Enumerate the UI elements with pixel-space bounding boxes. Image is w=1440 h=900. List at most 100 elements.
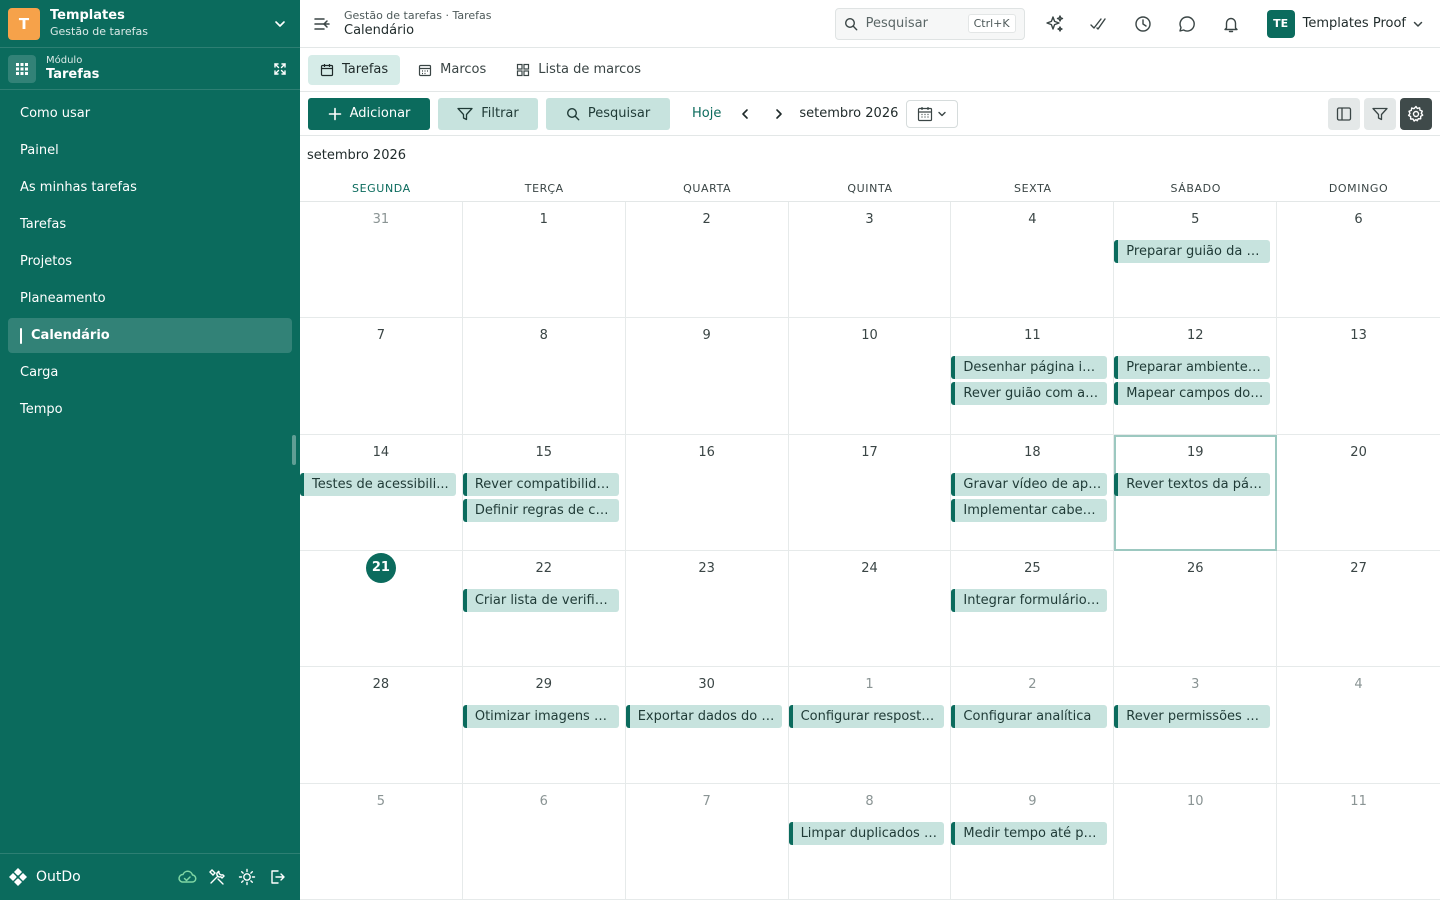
sidebar-item-painel[interactable]: Painel: [8, 133, 292, 168]
tab-tarefas[interactable]: Tarefas: [308, 54, 401, 85]
calendar-day-cell[interactable]: 23: [625, 551, 789, 668]
calendar-event[interactable]: Rever guião com a e...: [951, 382, 1108, 406]
calendar-day-cell[interactable]: 3 Rever permissões n...: [1114, 667, 1278, 784]
logout-icon[interactable]: [262, 862, 292, 892]
calendar-day-cell[interactable]: 31: [300, 202, 463, 319]
calendar-day-cell[interactable]: 9: [625, 318, 789, 435]
chat-icon[interactable]: [1165, 0, 1209, 48]
user-menu[interactable]: TE Templates Proof: [1266, 9, 1424, 38]
calendar-day-cell[interactable]: 5 Preparar guião da se...: [1114, 202, 1278, 319]
double-check-icon[interactable]: [1077, 0, 1121, 48]
date-picker-button[interactable]: [906, 99, 959, 128]
calendar-event[interactable]: Mapear campos do ...: [1114, 382, 1271, 406]
sidebar-item-projetos[interactable]: Projetos: [8, 244, 292, 279]
calendar-day-cell[interactable]: 7: [300, 318, 463, 435]
calendar-day-cell[interactable]: 8: [462, 318, 626, 435]
calendar-day-cell[interactable]: 1 Configurar resposta...: [788, 667, 952, 784]
calendar-event[interactable]: Otimizar imagens d...: [462, 705, 619, 729]
calendar-event[interactable]: Definir regras de co...: [462, 498, 619, 522]
calendar-day-cell[interactable]: 25 Integrar formulário ...: [951, 551, 1115, 668]
calendar-day-cell[interactable]: 20: [1277, 435, 1440, 551]
calendar-day-cell[interactable]: 17: [788, 434, 952, 551]
calendar-day-cell[interactable]: 4: [951, 202, 1115, 319]
calendar-day-cell[interactable]: 7: [625, 783, 789, 900]
bell-icon[interactable]: [1209, 0, 1253, 48]
calendar-day-cell[interactable]: 13: [1277, 318, 1440, 435]
calendar-day-cell[interactable]: 19 Rever textos da pági...: [1114, 434, 1278, 551]
calendar-event[interactable]: Desenhar página ini...: [951, 356, 1108, 380]
calendar-day-cell[interactable]: 18 Gravar vídeo de apr... Implementar cabe…: [951, 434, 1115, 551]
workspace-switcher[interactable]: T Templates Gestão de tarefas: [0, 0, 300, 48]
calendar-event[interactable]: Rever textos da pági...: [1114, 472, 1271, 496]
tools-icon[interactable]: [202, 862, 232, 892]
calendar-day-cell[interactable]: 1: [462, 202, 626, 319]
calendar-day-cell[interactable]: 16: [625, 434, 789, 551]
cloud-sync-icon[interactable]: [172, 862, 202, 892]
calendar-event[interactable]: Configurar resposta...: [788, 705, 945, 729]
calendar-day-cell[interactable]: 15 Rever compatibilida... Definir regras d…: [462, 434, 626, 551]
calendar-day-cell[interactable]: 14 Testes de acessibili...: [300, 434, 463, 551]
calendar-event[interactable]: Exportar dados do si...: [625, 705, 782, 729]
filter-icon[interactable]: [1364, 98, 1396, 130]
sidebar-item-planeamento[interactable]: Planeamento: [8, 281, 292, 316]
calendar-day-cell[interactable]: 21: [300, 551, 463, 668]
calendar-event[interactable]: Limpar duplicados d...: [788, 821, 945, 845]
tab-lista-de-marcos[interactable]: Lista de marcos: [504, 55, 653, 85]
calendar-day-cell[interactable]: 5: [300, 783, 463, 900]
sidebar-item-as-minhas-tarefas[interactable]: As minhas tarefas: [8, 170, 292, 205]
calendar-event[interactable]: Preparar ambiente d...: [1114, 356, 1271, 380]
tab-marcos[interactable]: Marcos: [406, 55, 498, 85]
chevron-down-icon[interactable]: [268, 12, 292, 36]
chevron-left-icon[interactable]: [729, 98, 761, 130]
calendar-day-cell[interactable]: 24: [788, 551, 952, 668]
sparkles-icon[interactable]: [1033, 0, 1077, 48]
calendar-day-cell[interactable]: 29 Otimizar imagens d...: [462, 667, 626, 784]
calendar-event[interactable]: Implementar cabeça...: [951, 498, 1108, 522]
calendar-day-cell[interactable]: 6: [1277, 202, 1440, 319]
calendar-day-cell[interactable]: 11: [1277, 784, 1440, 900]
calendar-day-cell[interactable]: 2: [625, 202, 789, 319]
calendar-day-cell[interactable]: 2 Configurar analítica: [951, 667, 1115, 784]
calendar-day-cell[interactable]: 8 Limpar duplicados d...: [788, 783, 952, 900]
calendar-day-cell[interactable]: 4: [1277, 667, 1440, 784]
calendar-day-cell[interactable]: 26: [1114, 551, 1278, 668]
calendar-event[interactable]: Preparar guião da se...: [1114, 240, 1271, 263]
calendar-day-cell[interactable]: 9 Medir tempo até pri...: [951, 783, 1115, 900]
calendar-event[interactable]: Gravar vídeo de apr...: [951, 472, 1108, 496]
today-button[interactable]: Hoje: [686, 98, 727, 130]
global-search[interactable]: Pesquisar Ctrl+K: [834, 7, 1025, 40]
sidebar-item-como-usar[interactable]: Como usar: [8, 96, 292, 131]
expand-icon[interactable]: [268, 57, 292, 81]
calendar-day-cell[interactable]: 11 Desenhar página ini... Rever guião com …: [951, 318, 1115, 435]
sidebar-item-carga[interactable]: Carga: [8, 355, 292, 390]
calendar-event[interactable]: Configurar analítica: [951, 705, 1108, 729]
sidebar-item-tarefas[interactable]: Tarefas: [8, 207, 292, 242]
calendar-event[interactable]: Testes de acessibili...: [300, 472, 456, 496]
module-switcher[interactable]: Módulo Tarefas: [0, 48, 300, 90]
calendar-day-cell[interactable]: 30 Exportar dados do si...: [625, 667, 789, 784]
calendar-day-cell[interactable]: 6: [462, 783, 626, 900]
calendar-day-cell[interactable]: 12 Preparar ambiente d... Mapear campos do…: [1114, 318, 1278, 435]
calendar-day-cell[interactable]: 28: [300, 667, 463, 784]
sidebar-resize-handle[interactable]: [292, 435, 296, 465]
search-button[interactable]: Pesquisar: [546, 97, 670, 130]
search-input[interactable]: Pesquisar: [866, 16, 968, 31]
calendar-event[interactable]: Criar lista de verific...: [462, 589, 619, 612]
calendar-event[interactable]: Integrar formulário ...: [951, 589, 1108, 612]
sidebar-item-calendario[interactable]: Calendário: [8, 318, 292, 353]
calendar-event[interactable]: Rever permissões n...: [1114, 705, 1271, 729]
calendar-event[interactable]: Rever compatibilida...: [462, 472, 619, 496]
calendar-day-cell[interactable]: 27: [1277, 551, 1440, 668]
clock-icon[interactable]: [1121, 0, 1165, 48]
menu-toggle-icon[interactable]: [300, 0, 344, 48]
calendar-day-cell[interactable]: 22 Criar lista de verific...: [462, 551, 626, 668]
calendar-day-cell[interactable]: 10: [1114, 783, 1278, 900]
calendar-day-cell[interactable]: 10: [788, 318, 952, 435]
sidebar-panel-toggle-icon[interactable]: [1328, 98, 1360, 130]
add-button[interactable]: Adicionar: [308, 97, 430, 130]
calendar-day-cell[interactable]: 3: [788, 202, 952, 319]
chevron-right-icon[interactable]: [763, 98, 795, 130]
settings-gear-icon[interactable]: [1400, 98, 1432, 130]
filter-button[interactable]: Filtrar: [438, 97, 538, 130]
sun-icon[interactable]: [232, 862, 262, 892]
